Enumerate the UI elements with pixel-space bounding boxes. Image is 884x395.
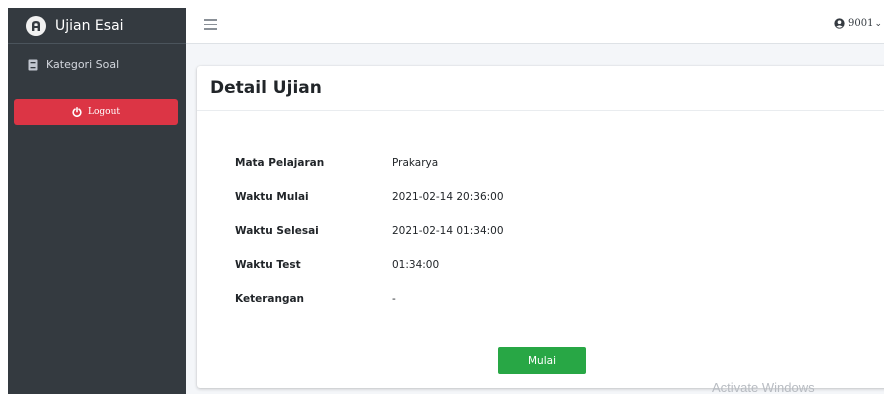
logout-label: Logout xyxy=(88,107,120,117)
exam-detail-card: Detail Ujian Mata Pelajaran Prakarya Wak… xyxy=(197,66,884,388)
detail-label: Waktu Test xyxy=(235,259,301,271)
hamburger-icon[interactable] xyxy=(204,19,217,31)
detail-value: Prakarya xyxy=(392,157,439,169)
sidebar-item-label: Kategori Soal xyxy=(46,58,120,71)
logo-icon xyxy=(26,15,46,36)
user-circle-icon xyxy=(834,18,845,29)
detail-label: Keterangan xyxy=(235,293,305,305)
detail-label: Waktu Selesai xyxy=(235,225,319,237)
logout-button[interactable]: Logout xyxy=(14,99,178,125)
power-icon xyxy=(72,107,82,117)
activate-windows-watermark: Activate Windows xyxy=(712,380,815,395)
book-icon xyxy=(28,59,38,70)
detail-value: 2021-02-14 01:34:00 xyxy=(392,225,504,237)
start-exam-button[interactable]: Mulai xyxy=(498,347,586,374)
detail-label: Mata Pelajaran xyxy=(235,157,325,169)
detail-value: - xyxy=(392,293,396,305)
card-header: Detail Ujian xyxy=(197,66,884,111)
user-menu[interactable]: 9001 ⌄ xyxy=(834,18,882,29)
detail-value: 01:34:00 xyxy=(392,259,440,271)
brand-name: Ujian Esai xyxy=(55,17,124,34)
brand-link[interactable]: Ujian Esai xyxy=(8,8,186,44)
user-name: 9001 xyxy=(848,18,874,29)
detail-label: Waktu Mulai xyxy=(235,191,309,203)
app-window: Ujian Esai Kategori Soal Logout 9001 ⌄ D… xyxy=(8,8,884,394)
topbar: 9001 ⌄ xyxy=(186,8,884,44)
chevron-down-icon: ⌄ xyxy=(874,18,882,29)
detail-value: 2021-02-14 20:36:00 xyxy=(392,191,504,203)
sidebar: Ujian Esai Kategori Soal Logout xyxy=(8,8,186,394)
sidebar-item-kategori-soal[interactable]: Kategori Soal xyxy=(8,58,186,71)
page-title: Detail Ujian xyxy=(210,78,322,98)
